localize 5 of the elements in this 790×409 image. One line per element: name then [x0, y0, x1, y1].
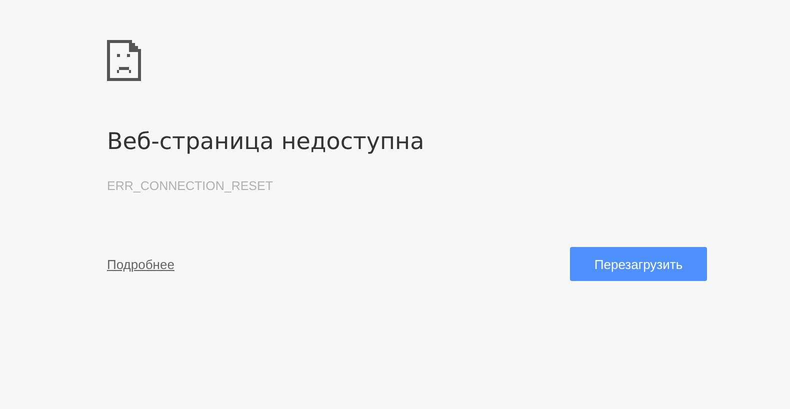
sad-page-icon	[107, 40, 141, 81]
reload-button[interactable]: Перезагрузить	[570, 247, 707, 282]
error-code: ERR_CONNECTION_RESET	[107, 178, 274, 195]
error-heading: Веб-страница недоступна	[107, 129, 426, 157]
details-link[interactable]: Подробнее	[107, 254, 174, 274]
